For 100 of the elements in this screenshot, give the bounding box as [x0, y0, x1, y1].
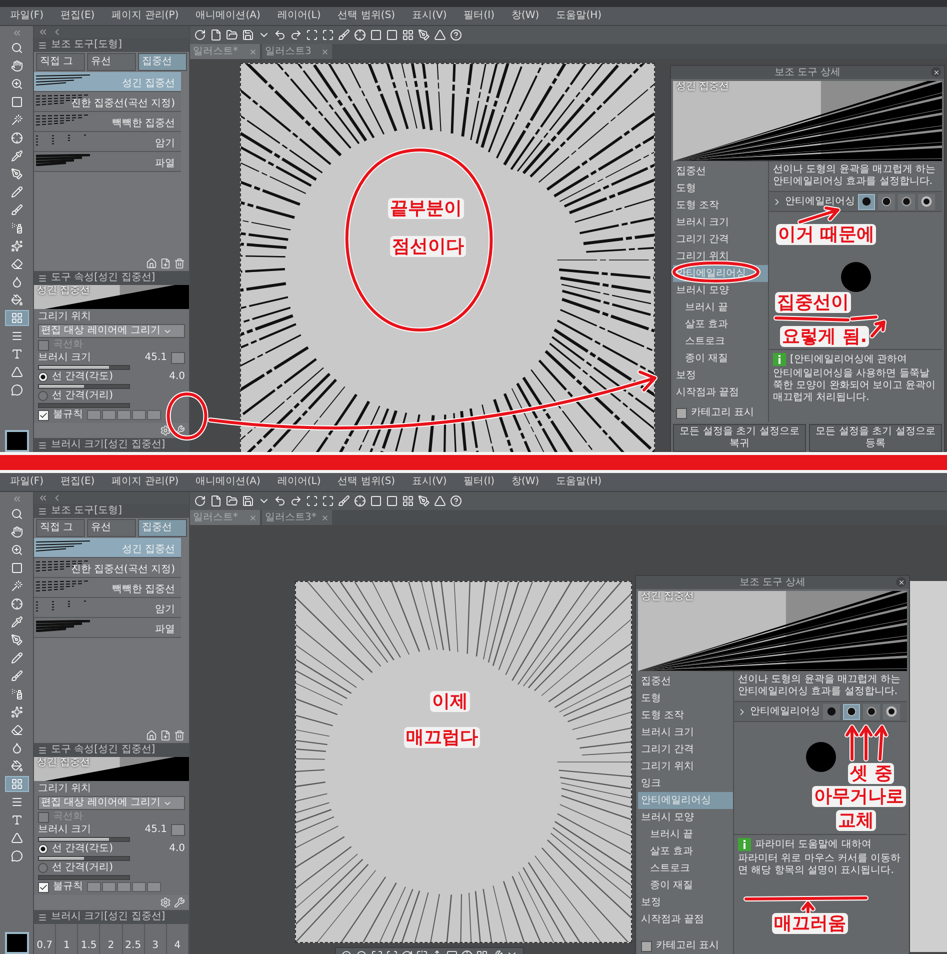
- wrench-icon[interactable]: [174, 425, 185, 436]
- collapse-icon[interactable]: [38, 27, 48, 37]
- menu-item[interactable]: 선택 범위(S): [338, 476, 396, 488]
- redo-icon[interactable]: [290, 495, 302, 507]
- save-icon[interactable]: [242, 29, 254, 41]
- reset-button[interactable]: 모든 설정을 초기 설정으로 등록: [809, 424, 942, 452]
- graph-cell[interactable]: [117, 882, 131, 892]
- subtool-item[interactable]: 빽빽한 집중선: [34, 578, 181, 598]
- file-icon[interactable]: [210, 495, 222, 507]
- pen-icon[interactable]: [418, 29, 430, 41]
- redo-icon[interactable]: [290, 29, 302, 41]
- subtool-item[interactable]: 진한 집중선(곡선 지정): [34, 92, 181, 112]
- gear-icon[interactable]: [160, 897, 171, 908]
- antialias-option[interactable]: [883, 704, 900, 720]
- menu-item[interactable]: 필터(I): [464, 476, 494, 488]
- graph-cell[interactable]: [87, 882, 101, 892]
- menu-icon[interactable]: [38, 40, 47, 50]
- category-item[interactable]: 그리기 위치: [638, 758, 733, 775]
- toggle-button[interactable]: [171, 352, 185, 364]
- toggle-button[interactable]: [171, 824, 185, 836]
- category-checkbox[interactable]: [641, 940, 652, 952]
- menu-item[interactable]: 레이어(L): [277, 476, 321, 488]
- document-tab[interactable]: 일러스트*: [190, 510, 260, 525]
- crosshair-icon[interactable]: [354, 29, 366, 41]
- undo-icon[interactable]: [274, 495, 286, 507]
- square-icon[interactable]: [370, 29, 382, 41]
- slider-track[interactable]: [38, 837, 130, 842]
- square-icon[interactable]: [386, 29, 398, 41]
- subtool-item[interactable]: 암기: [34, 132, 181, 152]
- file-icon[interactable]: [210, 29, 222, 41]
- category-item[interactable]: 살포 효과: [638, 843, 733, 860]
- category-item[interactable]: 종이 재질: [673, 350, 768, 367]
- slider-track[interactable]: [38, 856, 130, 861]
- menu-item[interactable]: 선택 범위(S): [338, 10, 396, 22]
- menu-item[interactable]: 표시(V): [412, 476, 447, 488]
- menu-item[interactable]: 애니메이션(A): [196, 10, 260, 22]
- radio-button[interactable]: [38, 863, 48, 873]
- menu-item[interactable]: 필터(I): [464, 10, 494, 22]
- menu-icon[interactable]: [38, 274, 47, 282]
- document-tab[interactable]: 일러스트*: [190, 44, 260, 59]
- menu-icon[interactable]: [38, 506, 47, 516]
- brush-icon[interactable]: [338, 495, 350, 507]
- draw-target-dropdown[interactable]: 편집 대상 레이어에 그리기: [38, 324, 185, 338]
- category-item[interactable]: 그리기 간격: [638, 741, 733, 758]
- category-item[interactable]: 브러시 크기: [673, 214, 768, 231]
- brush-size-cell[interactable]: 1: [56, 924, 78, 954]
- category-item[interactable]: 도형: [638, 690, 733, 707]
- graph-cell[interactable]: [132, 882, 146, 892]
- category-item[interactable]: 그리기 간격: [673, 231, 768, 248]
- slider-track[interactable]: [38, 875, 130, 880]
- antialias-option[interactable]: [858, 194, 875, 210]
- menu-item[interactable]: 편집(E): [60, 10, 95, 22]
- menu-item[interactable]: 편집(E): [60, 476, 95, 488]
- undo-icon[interactable]: [274, 29, 286, 41]
- brush-size-cell[interactable]: 0.7: [34, 924, 56, 954]
- help-icon[interactable]: [450, 29, 462, 41]
- menu-icon[interactable]: [38, 746, 47, 754]
- graph-cell[interactable]: [132, 410, 146, 420]
- scan-icon[interactable]: [306, 29, 318, 41]
- menu-item[interactable]: 도움말(H): [556, 10, 602, 22]
- house-icon[interactable]: [146, 730, 157, 741]
- brush-size-cell[interactable]: 1.5: [78, 924, 100, 954]
- category-item[interactable]: 도형: [673, 180, 768, 197]
- category-item[interactable]: 시작점과 끝점: [638, 911, 733, 928]
- house-icon[interactable]: [146, 258, 157, 269]
- subtool-group-tab[interactable]: 집중선: [138, 53, 187, 71]
- graph-cell[interactable]: [87, 410, 101, 420]
- brush-icon[interactable]: [338, 29, 350, 41]
- close-button[interactable]: [931, 67, 941, 77]
- help-icon[interactable]: [450, 495, 462, 507]
- category-item[interactable]: 안티에일리어싱: [638, 792, 733, 809]
- subtool-group-tab[interactable]: 직접 그: [36, 519, 85, 537]
- subtool-item[interactable]: 빽빽한 집중선: [34, 112, 181, 132]
- wrench-icon[interactable]: [174, 897, 185, 908]
- category-item[interactable]: 집중선: [638, 673, 733, 690]
- menu-item[interactable]: 페이지 관리(P): [112, 476, 179, 488]
- category-item[interactable]: 보정: [638, 894, 733, 911]
- brush-size-cell[interactable]: 2: [100, 924, 123, 954]
- menu-item[interactable]: 레이어(L): [277, 10, 321, 22]
- subtool-item[interactable]: 파열: [34, 152, 181, 172]
- color-swatch[interactable]: [4, 430, 28, 452]
- menu-item[interactable]: 도움말(H): [556, 476, 602, 488]
- antialias-option[interactable]: [918, 194, 935, 210]
- category-item[interactable]: 스트로크: [673, 333, 768, 350]
- subtool-group-tab[interactable]: 유선: [87, 53, 136, 71]
- graph-cell[interactable]: [102, 882, 116, 892]
- category-item[interactable]: 잉크: [638, 775, 733, 792]
- menu-item[interactable]: 창(W): [512, 10, 540, 22]
- brush-size-cell[interactable]: 2.5: [122, 924, 145, 954]
- category-item[interactable]: 그리기 위치: [673, 248, 768, 265]
- category-item[interactable]: 브러시 모양: [673, 282, 768, 299]
- folder-icon[interactable]: [226, 29, 238, 41]
- maximize-icon[interactable]: [322, 29, 334, 41]
- antialias-option[interactable]: [863, 704, 880, 720]
- brush-size-cell[interactable]: 4: [166, 924, 189, 954]
- radio-button[interactable]: [38, 372, 48, 382]
- subtool-group-tab[interactable]: 직접 그: [36, 53, 85, 71]
- close-icon[interactable]: [321, 514, 329, 522]
- graph-cell[interactable]: [147, 410, 161, 420]
- crosshair-icon[interactable]: [354, 495, 366, 507]
